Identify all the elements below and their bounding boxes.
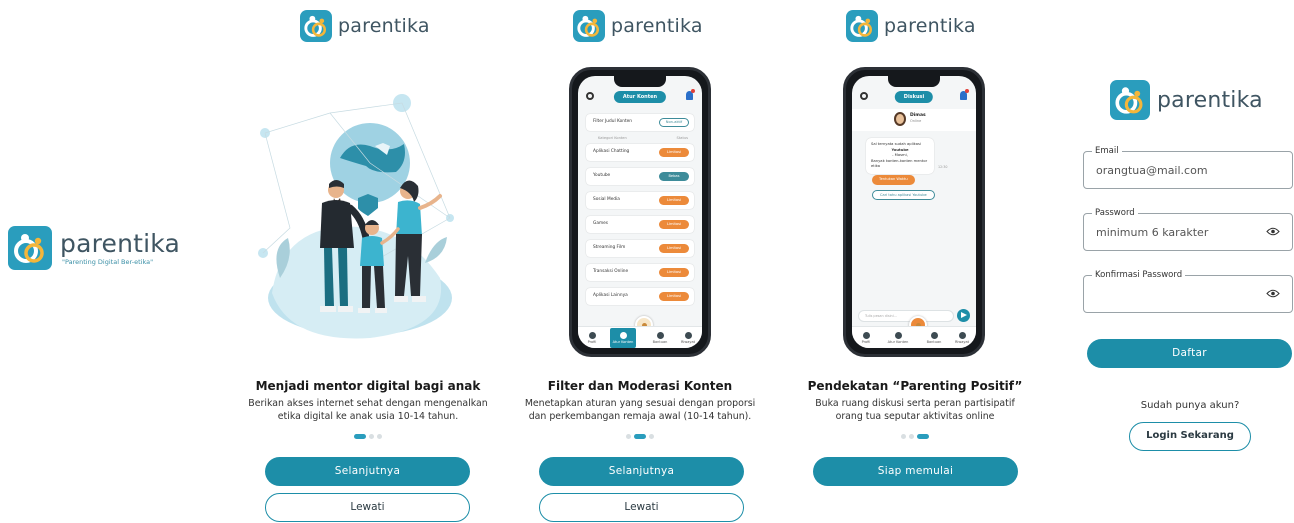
brand-name: parentika: [338, 15, 430, 37]
send-icon[interactable]: [957, 309, 970, 322]
brand-name: parentika: [60, 229, 181, 258]
message-input[interactable]: Tulis pesan disini...: [858, 310, 954, 322]
email-value: orangtua@mail.com: [1096, 164, 1208, 177]
title-filter-toggle[interactable]: Non-aktif: [659, 118, 689, 127]
onboarding-desc-3: Buka ruang diskusi serta peran partisipa…: [815, 398, 1015, 422]
next-button-1[interactable]: Selanjutnya: [265, 457, 470, 486]
contact-name: Dimas: [910, 113, 926, 118]
nav-profile[interactable]: Profil: [856, 332, 876, 344]
login-button[interactable]: Login Sekarang: [1129, 422, 1251, 451]
next-button-2[interactable]: Selanjutnya: [539, 457, 744, 486]
status-toggle[interactable]: Limitasi: [659, 220, 689, 229]
status-toggle[interactable]: Limitasi: [659, 196, 689, 205]
settings-icon[interactable]: [586, 92, 594, 100]
brand-tagline: "Parenting Digital Ber-etika": [62, 258, 154, 266]
status-toggle[interactable]: Limitasi: [659, 268, 689, 277]
nav-history[interactable]: Riwayat: [952, 332, 972, 344]
notification-badge: [965, 89, 969, 93]
pagination-dots-1: [354, 434, 394, 440]
show-password-icon[interactable]: [1266, 227, 1280, 236]
chat-message: Sal ternyata sudah aplikasi Youtube - Ma…: [866, 138, 934, 174]
password-label: Password: [1092, 208, 1138, 219]
brand-name: parentika: [884, 15, 976, 37]
pagination-dots-3: [901, 434, 941, 440]
filter-screen: Atur Konten Filter Judul Konten Non-akti…: [578, 76, 702, 348]
onboarding-desc-2: Menetapkan aturan yang sesuai dengan pro…: [524, 398, 756, 422]
header-logo-3: parentika: [846, 10, 976, 42]
settings-icon[interactable]: [860, 92, 868, 100]
onboarding-desc-1: Berikan akses internet sehat dengan meng…: [248, 398, 488, 422]
youtube-info-chip[interactable]: Cari tahu aplikasi Youtube: [872, 190, 935, 200]
onboarding-title-3: Pendekatan “Parenting Positif”: [807, 379, 1023, 393]
parentika-logo-icon: [300, 10, 332, 42]
brand-name: parentika: [1157, 87, 1263, 113]
nav-content-settings[interactable]: Atur Konten: [886, 332, 910, 344]
notification-badge: [691, 89, 695, 93]
screen-title: Atur Konten: [613, 91, 667, 103]
category-row[interactable]: Aplikasi Chatting Limitasi: [586, 144, 694, 161]
header-logo-1: parentika: [300, 10, 430, 42]
nav-history[interactable]: Riwayat: [678, 332, 698, 344]
splash-logo: parentika "Parenting Digital Ber-etika": [8, 226, 180, 270]
status-toggle[interactable]: Limitasi: [659, 148, 689, 157]
set-time-chip[interactable]: Tentukan Waktu: [872, 175, 915, 185]
category-row[interactable]: Transaksi Online Limitasi: [586, 264, 694, 281]
filter-topbar: Atur Konten: [578, 87, 702, 109]
parentika-logo-icon: [573, 10, 605, 42]
status-toggle[interactable]: Bebas: [659, 172, 689, 181]
pagination-dots-2: [626, 434, 666, 440]
onboarding-title-2: Filter dan Moderasi Konten: [547, 379, 733, 393]
status-toggle[interactable]: Limitasi: [659, 244, 689, 253]
skip-button-1[interactable]: Lewati: [265, 493, 470, 522]
family-illustration: [258, 94, 454, 339]
phone-chat: Diskusi Dimas Online Sal ternyata sudah …: [843, 67, 985, 357]
chat-topbar: Diskusi: [852, 87, 976, 109]
skip-button-2[interactable]: Lewati: [539, 493, 744, 522]
message-time: 12:30: [938, 165, 948, 169]
nav-help[interactable]: Bantuan: [650, 332, 670, 344]
phone-filter: Atur Konten Filter Judul Konten Non-akti…: [569, 67, 711, 357]
nav-content-settings[interactable]: Atur Konten: [610, 328, 636, 348]
avatar: [894, 112, 906, 126]
column-header-status: Status: [676, 136, 688, 140]
email-field[interactable]: Email orangtua@mail.com: [1083, 146, 1293, 189]
column-header-category: Kategori Konten: [598, 136, 627, 140]
brand-name: parentika: [611, 15, 703, 37]
title-filter-label: Filter Judul Konten: [593, 119, 633, 124]
nav-help[interactable]: Bantuan: [924, 332, 944, 344]
chat-screen: Diskusi Dimas Online Sal ternyata sudah …: [852, 76, 976, 348]
onboarding-title-1: Menjadi mentor digital bagi anak: [255, 379, 481, 393]
contact-status: Online: [910, 119, 922, 123]
confirm-password-label: Konfirmasi Password: [1092, 270, 1186, 281]
confirm-password-field[interactable]: Konfirmasi Password: [1083, 270, 1293, 313]
header-logo-2: parentika: [573, 10, 703, 42]
register-button[interactable]: Daftar: [1087, 339, 1292, 368]
category-row[interactable]: Aplikasi Lainnya Limitasi: [586, 288, 694, 305]
category-row[interactable]: Games Limitasi: [586, 216, 694, 233]
email-label: Email: [1092, 146, 1122, 157]
parentika-logo-icon: [846, 10, 878, 42]
category-row[interactable]: Streaming Film Limitasi: [586, 240, 694, 257]
bottom-nav: Profil Atur Konten Bantuan Riwayat: [852, 326, 976, 348]
chat-header: Dimas Online: [852, 109, 976, 131]
start-button[interactable]: Siap memulai: [813, 457, 1018, 486]
bottom-nav: Profil Atur Konten Bantuan Riwayat: [578, 326, 702, 348]
password-placeholder: minimum 6 karakter: [1096, 226, 1209, 239]
status-toggle[interactable]: Limitasi: [659, 292, 689, 301]
category-row[interactable]: Youtube Bebas: [586, 168, 694, 185]
header-logo-register: parentika: [1110, 80, 1263, 120]
parentika-logo-icon: [1110, 80, 1150, 120]
screen-title: Diskusi: [894, 91, 934, 103]
have-account-text: Sudah punya akun?: [1140, 400, 1240, 411]
nav-profile[interactable]: Profil: [582, 332, 602, 344]
show-confirm-password-icon[interactable]: [1266, 289, 1280, 298]
parentika-logo-icon: [8, 226, 52, 270]
password-field[interactable]: Password minimum 6 karakter: [1083, 208, 1293, 251]
title-filter-row[interactable]: Filter Judul Konten Non-aktif: [586, 114, 694, 131]
category-row[interactable]: Sosial Media Limitasi: [586, 192, 694, 209]
